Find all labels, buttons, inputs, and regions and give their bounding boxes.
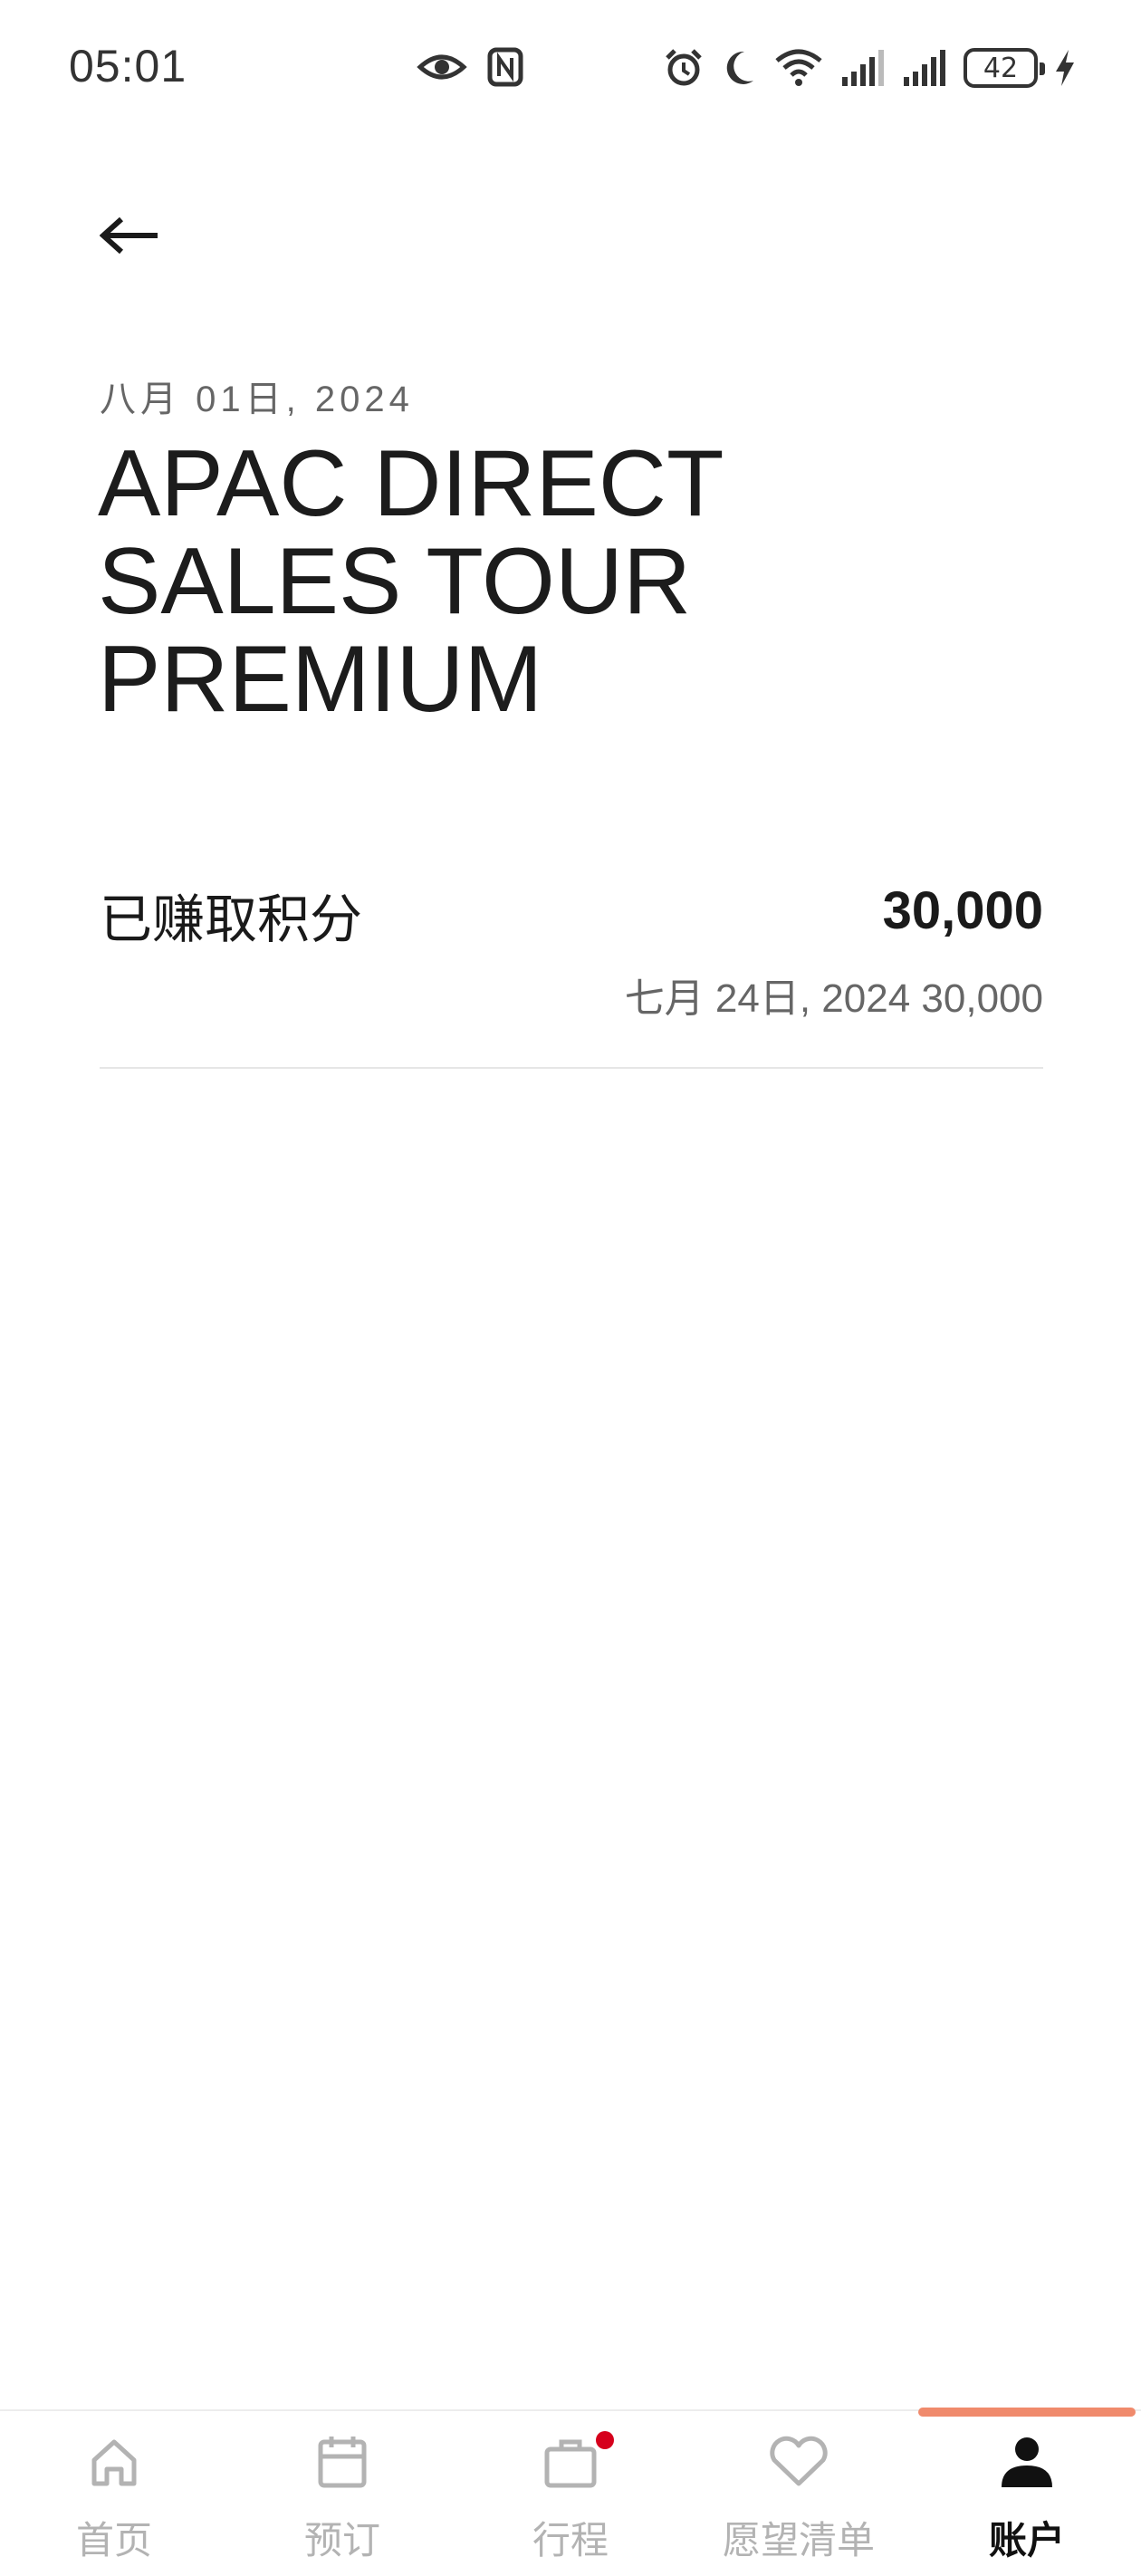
nav-item-booking[interactable]: 预订 — [228, 2429, 456, 2565]
nav-label-booking: 预订 — [303, 2519, 380, 2562]
heart-icon — [767, 2429, 830, 2494]
points-label: 已赚取积分 — [100, 890, 363, 949]
eye-icon — [417, 51, 467, 83]
status-right-icons: 42 — [663, 47, 1076, 89]
home-icon — [87, 2429, 141, 2494]
nav-label-wishlist: 愿望清单 — [722, 2519, 875, 2562]
active-tab-indicator — [918, 2408, 1136, 2417]
back-button[interactable] — [99, 201, 172, 274]
status-center-icons — [417, 47, 523, 87]
wifi-icon — [773, 48, 824, 88]
charging-icon — [1054, 48, 1076, 88]
points-detail: 七月 24日, 2024 30,000 — [624, 976, 1043, 1021]
moon-icon — [721, 48, 757, 88]
nav-label-trips: 行程 — [532, 2519, 609, 2562]
person-icon — [998, 2429, 1056, 2494]
battery-level: 42 — [983, 52, 1019, 84]
points-row: 已赚取积分 30,000 七月 24日, 2024 30,000 — [100, 870, 1043, 1069]
notification-badge — [596, 2431, 614, 2449]
briefcase-icon — [542, 2429, 614, 2494]
signal-icon — [840, 48, 886, 88]
battery-icon: 42 — [964, 48, 1045, 88]
points-value: 30,000 — [882, 881, 1043, 940]
page-title: APAC DIRECT SALES TOUR PREMIUM — [98, 431, 724, 732]
nfc-icon — [487, 47, 523, 87]
nav-label-home: 首页 — [75, 2519, 152, 2562]
nav-item-home[interactable]: 首页 — [0, 2429, 228, 2565]
event-date: 八月 01日, 2024 — [100, 380, 414, 419]
signal-icon — [902, 48, 947, 88]
calendar-icon — [315, 2429, 369, 2494]
nav-item-account[interactable]: 账户 — [913, 2429, 1141, 2565]
bottom-nav: 首页 预订 行程 愿望清单 账户 — [0, 2408, 1141, 2576]
alarm-icon — [663, 47, 705, 89]
nav-item-wishlist[interactable]: 愿望清单 — [685, 2429, 913, 2565]
nav-label-account: 账户 — [988, 2519, 1065, 2562]
nav-item-trips[interactable]: 行程 — [456, 2429, 685, 2565]
arrow-left-icon — [99, 216, 161, 260]
status-bar: 05:01 42 — [0, 0, 1141, 145]
status-time: 05:01 — [69, 41, 187, 91]
